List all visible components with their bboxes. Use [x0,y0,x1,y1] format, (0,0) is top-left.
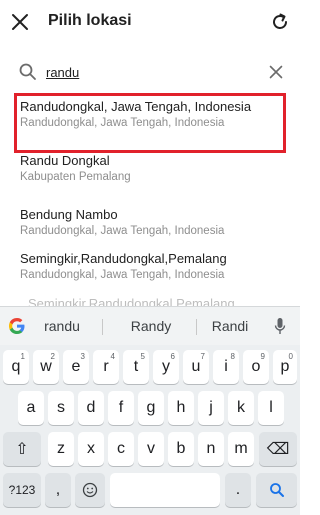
key-hint: 2 [50,352,55,361]
period-key[interactable]: . [225,473,251,507]
result-name: Randudongkal, Jawa Tengah, Indonesia [20,99,252,114]
key-c[interactable]: c [108,432,134,466]
result-subtitle: Kabupaten Pemalang [20,171,131,183]
search-input[interactable] [46,61,246,83]
result-name: Semingkir,Randudongkal,Pemalang [20,251,227,266]
key-g[interactable]: g [138,391,164,425]
shift-icon: ⇧ [15,441,29,458]
search-key[interactable] [256,473,297,507]
clear-icon [269,65,283,79]
key-z[interactable]: z [48,432,74,466]
key-hint: 6 [170,352,175,361]
shift-key[interactable]: ⇧ [3,432,41,466]
key-p[interactable]: p0 [273,350,297,384]
key-f[interactable]: f [108,391,134,425]
key-t[interactable]: t5 [123,350,149,384]
key-o[interactable]: o9 [243,350,269,384]
key-hint: 8 [230,352,235,361]
key-hint: 3 [80,352,85,361]
key-w[interactable]: w2 [33,350,59,384]
refresh-icon [273,13,287,29]
key-a[interactable]: a [18,391,44,425]
list-item[interactable]: Randudongkal, Jawa Tengah, Indonesia Ran… [20,99,290,129]
key-j[interactable]: j [198,391,224,425]
key-e[interactable]: e3 [63,350,89,384]
soft-keyboard: randu Randy Randi q1 w2 e3 r4 t5 y6 u7 i… [0,306,300,515]
key-h[interactable]: h [168,391,194,425]
key-hint: 7 [200,352,205,361]
list-item[interactable]: Randu Dongkal Kabupaten Pemalang [20,153,290,183]
key-i[interactable]: i8 [213,350,239,384]
key-x[interactable]: x [78,432,104,466]
search-icon [19,63,36,80]
suggestion-1[interactable]: randu [32,318,92,334]
backspace-key[interactable]: ⌫ [259,432,297,466]
suggestion-3[interactable]: Randi [200,318,260,334]
key-u[interactable]: u7 [183,350,209,384]
key-label: e [71,358,81,375]
close-icon [12,14,28,30]
key-v[interactable]: v [138,432,164,466]
result-name: Bendung Nambo [20,207,118,222]
key-label: r [103,358,109,375]
refresh-button[interactable] [266,8,294,36]
key-s[interactable]: s [48,391,74,425]
key-hint: 1 [20,352,25,361]
key-hint: 9 [260,352,265,361]
app-header: Pilih lokasi [0,0,300,44]
emoji-icon [82,482,98,498]
list-item[interactable]: Semingkir,Randudongkal,Pemalang Randudon… [20,251,290,281]
key-k[interactable]: k [228,391,254,425]
key-label: o [251,358,261,375]
result-subtitle: Randudongkal, Jawa Tengah, Indonesia [20,225,225,237]
key-label: u [191,358,201,375]
divider [102,319,103,335]
divider [196,319,197,335]
key-hint: 5 [140,352,145,361]
key-label: y [162,358,170,375]
key-n[interactable]: n [198,432,224,466]
symbols-key[interactable]: ?123 [3,473,41,507]
key-y[interactable]: y6 [153,350,179,384]
key-d[interactable]: d [78,391,104,425]
key-r[interactable]: r4 [93,350,119,384]
key-hint: 4 [110,352,115,361]
key-q[interactable]: q1 [3,350,29,384]
clear-search-button[interactable] [266,62,286,82]
space-key[interactable] [110,473,220,507]
key-m[interactable]: m [228,432,254,466]
result-name: Randu Dongkal [20,153,110,168]
google-logo-icon[interactable] [8,317,26,335]
key-label: i [224,358,228,375]
close-button[interactable] [6,8,34,36]
result-subtitle: Randudongkal, Jawa Tengah, Indonesia [20,117,225,129]
emoji-key[interactable] [75,473,105,507]
mic-icon[interactable] [274,317,286,335]
results-list: Randudongkal, Jawa Tengah, Indonesia Ran… [0,92,300,302]
result-subtitle: Randudongkal, Jawa Tengah, Indonesia [20,269,225,281]
suggestion-2[interactable]: Randy [116,318,186,334]
page-title: Pilih lokasi [48,12,132,29]
search-bar [0,52,300,92]
key-l[interactable]: l [258,391,284,425]
list-item[interactable]: Bendung Nambo Randudongkal, Jawa Tengah,… [20,207,290,237]
backspace-icon: ⌫ [266,441,290,458]
suggestion-bar: randu Randy Randi [0,307,300,345]
comma-key[interactable]: , [45,473,71,507]
key-label: q [11,358,21,375]
key-label: t [133,358,139,375]
search-icon [269,483,284,497]
key-b[interactable]: b [168,432,194,466]
key-hint: 0 [288,352,293,361]
